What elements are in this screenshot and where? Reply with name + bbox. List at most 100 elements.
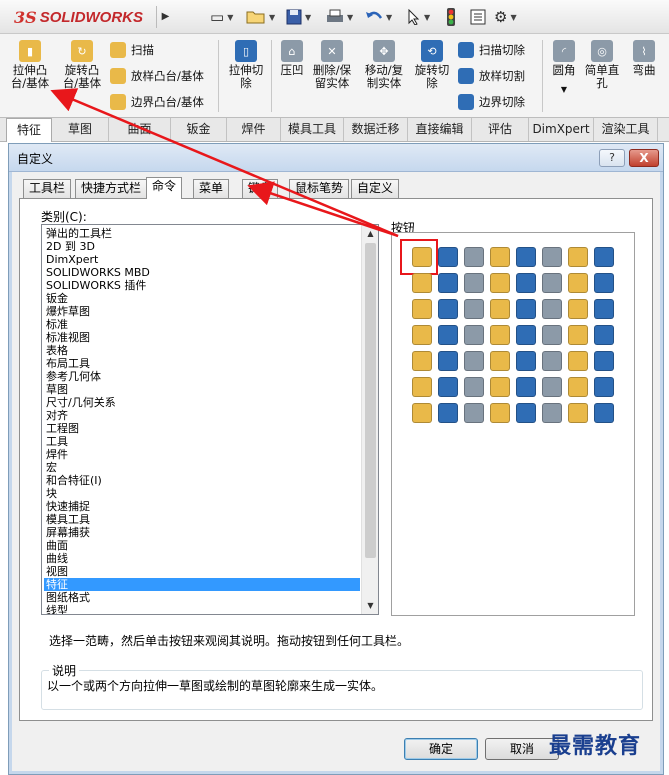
feature-command-icon[interactable] [464, 299, 484, 319]
category-item[interactable]: 尺寸/几何关系 [44, 396, 360, 409]
feature-command-icon[interactable] [464, 273, 484, 293]
category-item[interactable]: 对齐 [44, 409, 360, 422]
options-gear-icon[interactable]: ⚙ ▼ [494, 7, 517, 27]
feature-command-icon[interactable] [594, 247, 614, 267]
tab-features[interactable]: 特征 [6, 118, 52, 142]
tab-weldments[interactable]: 焊件 [227, 118, 281, 141]
feature-command-icon[interactable] [568, 325, 588, 345]
category-item[interactable]: 模具工具 [44, 513, 360, 526]
category-list[interactable]: 弹出的工具栏 2D 到 3D DimXpert SOLIDWORKS MBD SOLID… [41, 224, 379, 615]
category-item[interactable]: 布局工具 [44, 357, 360, 370]
category-item[interactable]: 焊件 [44, 448, 360, 461]
feature-command-icon[interactable] [464, 351, 484, 371]
feature-command-icon[interactable] [438, 403, 458, 423]
tab-surfaces[interactable]: 曲面 [109, 118, 171, 141]
feature-command-icon[interactable] [594, 403, 614, 423]
file-properties-icon[interactable] [470, 7, 486, 27]
category-item[interactable]: 工程图 [44, 422, 360, 435]
feature-command-icon[interactable] [594, 325, 614, 345]
tab-keyboard[interactable]: 键盘 [242, 179, 279, 198]
simple-hole-button[interactable]: ◎ 简单直孔 [580, 38, 624, 90]
feature-command-icon[interactable] [542, 351, 562, 371]
tab-sheet-metal[interactable]: 钣金 [171, 118, 227, 141]
cancel-button[interactable]: 取消 [485, 738, 559, 760]
feature-command-icon[interactable] [490, 403, 510, 423]
category-item[interactable]: SOLIDWORKS MBD [44, 266, 360, 279]
feature-command-icon[interactable] [412, 377, 432, 397]
help-button[interactable]: ? [599, 149, 625, 167]
tab-shortcut-bar[interactable]: 快捷方式栏 [75, 179, 148, 198]
category-item[interactable]: 曲面 [44, 539, 360, 552]
feature-command-icon[interactable] [438, 247, 458, 267]
feature-command-icon[interactable] [412, 351, 432, 371]
feature-command-icon[interactable] [516, 299, 536, 319]
select-pointer-icon[interactable]: ▼ [407, 7, 430, 27]
delete-keep-body-button[interactable]: ✕ 删除/保留实体 [308, 38, 356, 90]
feature-command-icon[interactable] [490, 299, 510, 319]
scroll-up-arrow-icon[interactable]: ▲ [362, 225, 378, 242]
category-item[interactable]: 弹出的工具栏 [44, 227, 360, 240]
category-item[interactable]: 线型 [44, 604, 360, 614]
feature-command-icon[interactable] [438, 351, 458, 371]
flex-button[interactable]: ⌇ 弯曲 [624, 38, 664, 77]
feature-command-icon[interactable] [490, 325, 510, 345]
tab-customization[interactable]: 自定义 [351, 179, 400, 198]
ok-button[interactable]: 确定 [404, 738, 478, 760]
feature-command-icon[interactable] [516, 325, 536, 345]
extruded-boss-button[interactable]: ▮ 拉伸凸台/基体 [8, 38, 52, 90]
tab-toolbars[interactable]: 工具栏 [23, 179, 72, 198]
feature-command-icon[interactable] [568, 247, 588, 267]
category-item[interactable]: 2D 到 3D [44, 240, 360, 253]
category-item[interactable]: 钣金 [44, 292, 360, 305]
feature-command-icon[interactable] [464, 325, 484, 345]
category-item[interactable]: 标准视图 [44, 331, 360, 344]
tab-direct-editing[interactable]: 直接编辑 [408, 118, 472, 141]
solidworks-logo[interactable]: 3S SOLIDWORKS [14, 6, 143, 28]
feature-command-icon[interactable] [516, 273, 536, 293]
feature-command-icon[interactable] [568, 351, 588, 371]
feature-command-icon[interactable] [438, 273, 458, 293]
category-item[interactable]: 标准 [44, 318, 360, 331]
feature-command-icon[interactable] [594, 299, 614, 319]
category-item[interactable]: DimXpert [44, 253, 360, 266]
revolved-boss-button[interactable]: ↻ 旋转凸台/基体 [60, 38, 104, 90]
feature-command-icon[interactable] [542, 247, 562, 267]
feature-command-icon[interactable] [568, 403, 588, 423]
category-item[interactable]: 工具 [44, 435, 360, 448]
feature-command-icon[interactable] [438, 325, 458, 345]
feature-command-icon[interactable] [542, 325, 562, 345]
undo-icon[interactable]: ▼ [365, 7, 392, 27]
close-button[interactable]: X [629, 149, 659, 167]
boundary-cut-button[interactable]: 边界切除 [458, 92, 525, 112]
category-item[interactable]: 和合特征(I) [44, 474, 360, 487]
scrollbar-thumb[interactable] [365, 243, 376, 558]
tab-evaluate[interactable]: 评估 [472, 118, 529, 141]
feature-command-icon[interactable] [594, 273, 614, 293]
category-item[interactable]: 屏幕捕获 [44, 526, 360, 539]
feature-command-icon[interactable] [412, 299, 432, 319]
move-copy-body-button[interactable]: ✥ 移动/复制实体 [360, 38, 408, 90]
lofted-boss-button[interactable]: 放样凸台/基体 [110, 66, 204, 86]
feature-command-icon[interactable] [542, 377, 562, 397]
category-item[interactable]: 快速捕捉 [44, 500, 360, 513]
category-item[interactable]: 视图 [44, 565, 360, 578]
swept-cut-button[interactable]: 扫描切除 [458, 40, 525, 60]
tab-mold-tools[interactable]: 模具工具 [281, 118, 344, 141]
feature-command-icon[interactable] [542, 403, 562, 423]
category-scrollbar[interactable]: ▲ ▼ [361, 225, 378, 614]
feature-command-icon[interactable] [568, 377, 588, 397]
boundary-boss-button[interactable]: 边界凸台/基体 [110, 92, 204, 112]
feature-command-icon[interactable] [490, 351, 510, 371]
feature-command-icon[interactable] [412, 273, 432, 293]
tab-commands[interactable]: 命令 [146, 177, 183, 199]
category-item[interactable]: 特征 [44, 578, 360, 591]
category-item[interactable]: 曲线 [44, 552, 360, 565]
feature-command-icon[interactable] [568, 273, 588, 293]
feature-command-icon[interactable] [516, 377, 536, 397]
feature-command-icon[interactable] [594, 351, 614, 371]
feature-command-icon[interactable] [412, 325, 432, 345]
category-item[interactable]: 草图 [44, 383, 360, 396]
category-item[interactable]: 图纸格式 [44, 591, 360, 604]
lofted-cut-button[interactable]: 放样切割 [458, 66, 525, 86]
feature-command-icon[interactable] [438, 377, 458, 397]
